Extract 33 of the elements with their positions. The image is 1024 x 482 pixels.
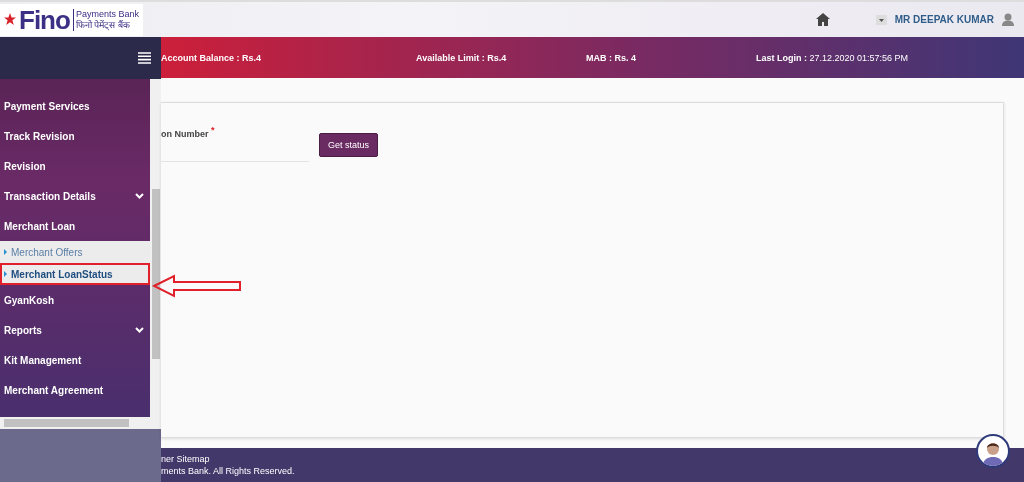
sidebar-item[interactable]: Merchant Loan bbox=[0, 211, 150, 241]
star-icon bbox=[4, 12, 16, 27]
info-item: Available Limit : Rs.4 bbox=[416, 52, 508, 63]
sidebar-item[interactable]: GyanKosh bbox=[0, 285, 150, 315]
submenu-item[interactable]: Merchant Offers bbox=[0, 241, 150, 263]
user-icon[interactable] bbox=[1002, 13, 1014, 26]
footer-link[interactable]: ner Sitemap bbox=[161, 454, 1024, 464]
info-item: Last Login : 27.12.2020 01:57:56 PM bbox=[756, 52, 910, 63]
submenu-item[interactable]: Merchant LoanStatus bbox=[0, 263, 150, 285]
scrollbar[interactable] bbox=[150, 79, 161, 417]
menu-icon[interactable] bbox=[138, 52, 151, 64]
chevron-down-icon bbox=[135, 193, 144, 199]
sidebar-item[interactable]: Kit Management bbox=[0, 345, 150, 375]
get-status-button[interactable]: Get status bbox=[319, 133, 379, 157]
sidebar-item[interactable]: Reports bbox=[0, 315, 150, 345]
dropdown-icon[interactable] bbox=[875, 14, 887, 25]
logo-tagline: फिनो पेमेंट्स बैंक bbox=[75, 19, 131, 31]
chevron-down-icon bbox=[135, 327, 144, 333]
sidebar-item[interactable]: Merchant Agreement bbox=[0, 375, 150, 405]
logo-tagline: Payments Bank bbox=[75, 8, 139, 19]
home-icon[interactable] bbox=[815, 13, 830, 26]
caret-icon bbox=[4, 271, 7, 277]
user-name[interactable]: MR DEEPAK KUMAR bbox=[894, 14, 994, 25]
info-item: MAB : Rs. 4 bbox=[586, 52, 638, 63]
copyright-text: ments Bank. All Rights Reserved. bbox=[161, 466, 296, 476]
brand-name: Fino bbox=[19, 6, 70, 33]
sidebar-item[interactable]: Track Revision bbox=[0, 121, 150, 151]
caret-icon bbox=[4, 249, 7, 255]
info-item: Account Balance : Rs.4 bbox=[161, 52, 263, 63]
horizontal-scrollbar[interactable] bbox=[0, 417, 161, 429]
sidebar-item[interactable]: Revision bbox=[0, 151, 150, 181]
sidebar-item[interactable]: Payment Services bbox=[0, 91, 150, 121]
sidebar-item[interactable]: Transaction Details bbox=[0, 181, 150, 211]
